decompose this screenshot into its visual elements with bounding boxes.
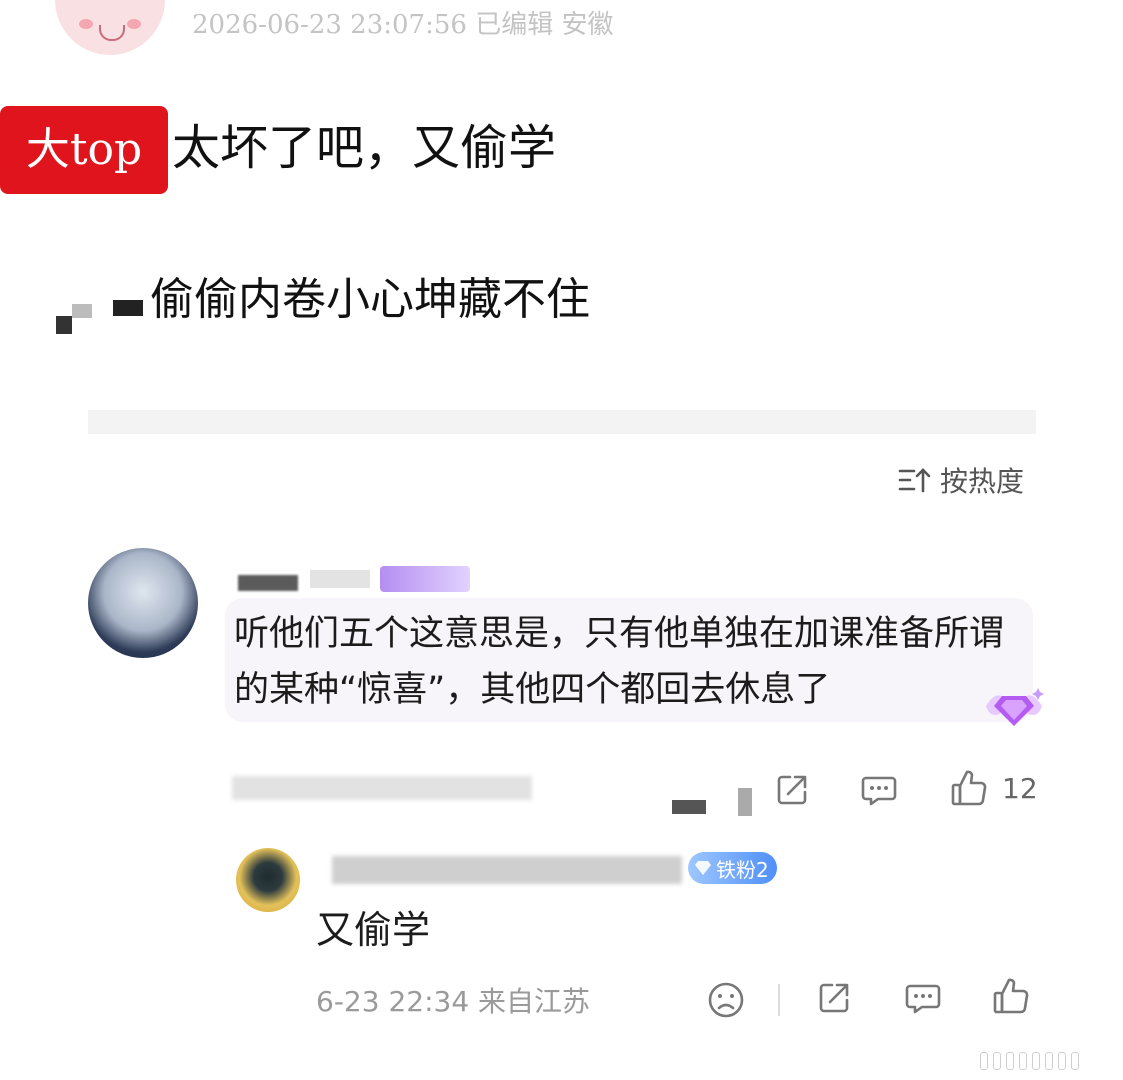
author-avatar[interactable] — [55, 0, 165, 55]
redaction-block — [672, 800, 706, 814]
share-icon — [777, 775, 807, 805]
post-meta: 2026-06-23 23:07:56 已编辑 安徽 — [192, 10, 614, 40]
redaction-block — [738, 788, 752, 816]
sad-face-icon — [708, 982, 744, 1018]
share-button[interactable] — [816, 980, 852, 1016]
sad-reaction-button[interactable] — [706, 980, 746, 1020]
share-icon — [819, 983, 849, 1013]
post-text-line1: 太坏了吧，又偷学 — [172, 120, 557, 176]
reply-avatar[interactable] — [236, 848, 300, 912]
comment-button[interactable] — [904, 980, 942, 1016]
username-redacted — [332, 856, 682, 884]
avatar-mouth — [99, 25, 125, 41]
redaction-block — [72, 304, 92, 318]
like-count: 12 — [1002, 771, 1038, 805]
username-redacted — [310, 570, 370, 588]
username-redacted — [238, 575, 298, 591]
post-text-line2: 偷偷内卷小心坤藏不住 — [150, 274, 590, 325]
action-separator — [778, 984, 780, 1016]
fan-badge: 铁粉2 — [688, 852, 777, 884]
comment-icon — [905, 984, 941, 1014]
share-button[interactable] — [774, 772, 810, 808]
redaction-block — [56, 316, 72, 334]
avatar-cheek — [79, 19, 93, 29]
section-divider — [88, 410, 1036, 434]
sort-label: 按热度 — [940, 465, 1025, 498]
comment-text: 听他们五个这意思是，只有他单独在加课准备所谓的某种“惊喜”，其他四个都回去休息了 — [234, 614, 1005, 710]
redaction-block — [113, 300, 143, 316]
tag-label: 大top — [0, 106, 168, 194]
comment-icon — [861, 776, 897, 806]
sort-button[interactable]: 按热度 — [896, 458, 1024, 502]
like-icon — [951, 770, 987, 806]
comment-button[interactable] — [860, 772, 898, 808]
comment-meta-redacted — [232, 776, 532, 800]
watermark-logo — [980, 1052, 1100, 1072]
sort-icon — [898, 468, 931, 493]
like-icon — [993, 978, 1029, 1014]
reply-text: 又偷学 — [316, 908, 431, 952]
like-button[interactable] — [992, 976, 1030, 1016]
user-badge-redacted — [380, 566, 470, 592]
diamond-icon — [695, 861, 711, 875]
gem-icon — [986, 688, 1044, 726]
fan-badge-label: 铁粉2 — [716, 857, 769, 882]
reply-meta: 6-23 22:34 来自江苏 — [316, 985, 591, 1018]
avatar-cheek — [127, 19, 141, 29]
commenter-avatar[interactable] — [88, 548, 198, 658]
like-button[interactable]: 12 — [950, 768, 1038, 808]
